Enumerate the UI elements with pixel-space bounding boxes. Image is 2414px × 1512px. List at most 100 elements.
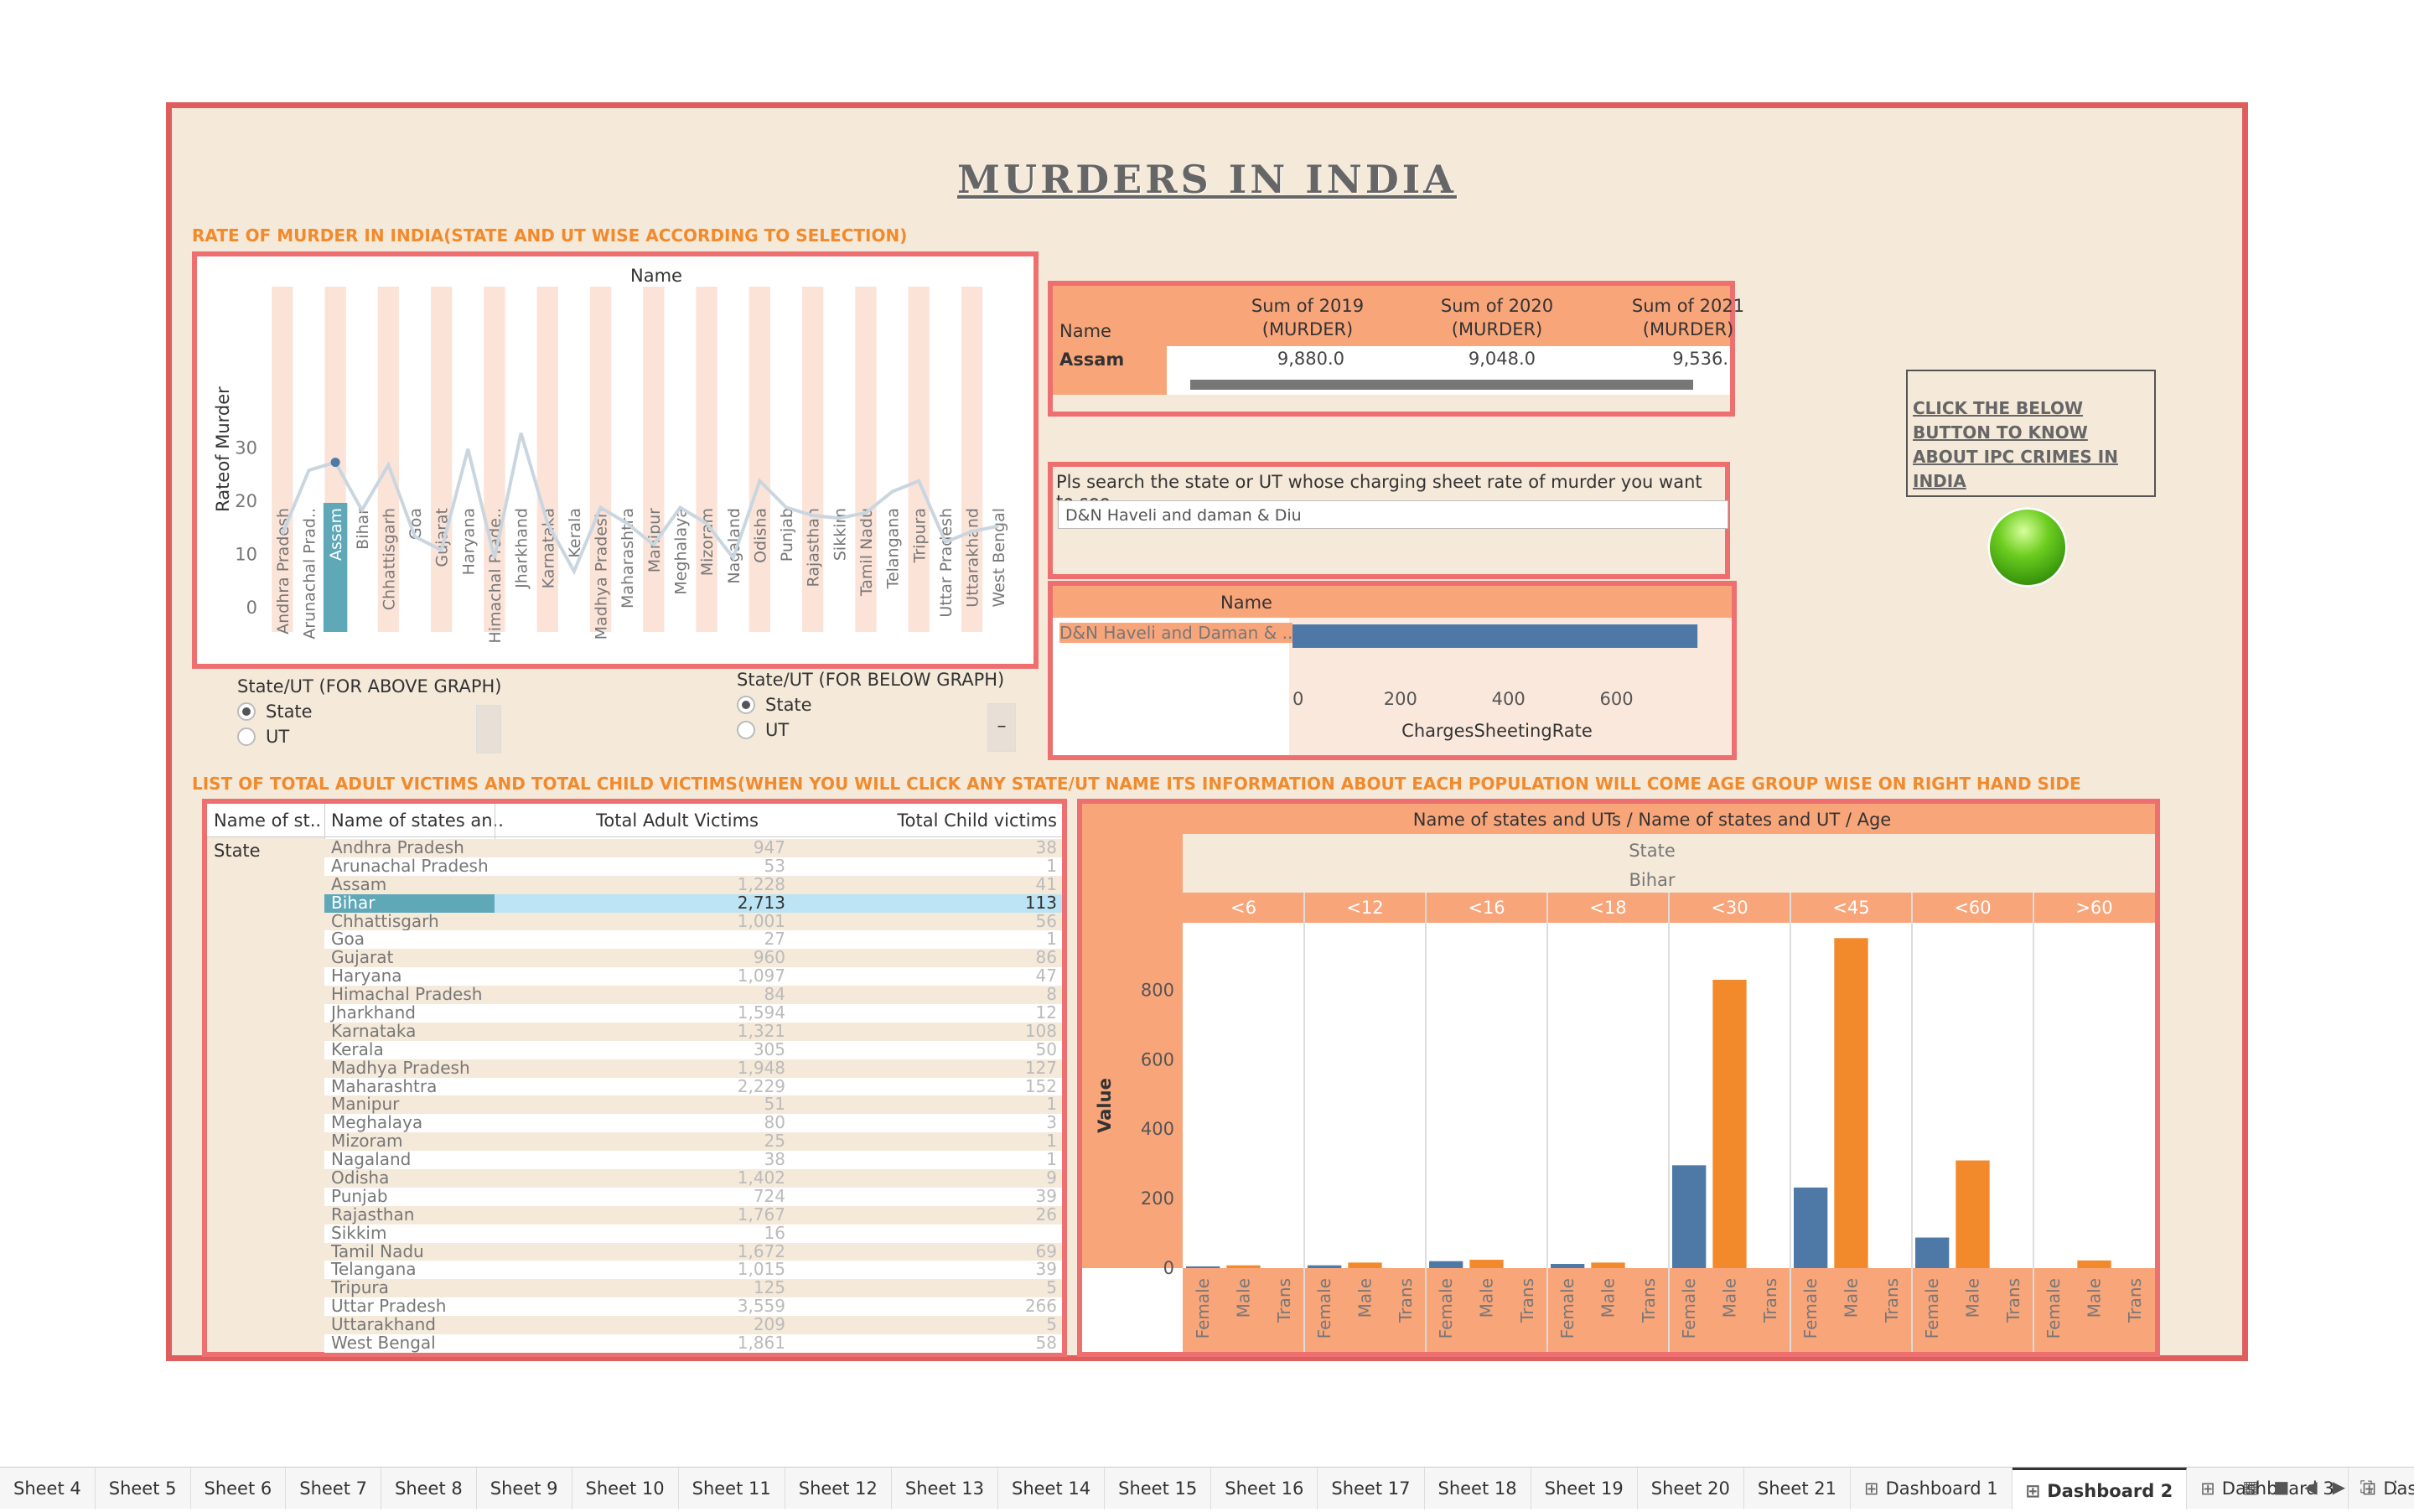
- sheet-tab[interactable]: Sheet 10: [572, 1467, 679, 1509]
- table-row[interactable]: Assam 1,228 41: [324, 875, 1062, 894]
- x-tick-label[interactable]: Karnataka: [539, 508, 557, 588]
- radio-checked-icon[interactable]: [237, 702, 256, 721]
- table-row[interactable]: Uttar Pradesh 3,559 266: [324, 1297, 1062, 1317]
- age-bar[interactable]: [1226, 1265, 1261, 1268]
- table-row[interactable]: Nagaland 38 1: [324, 1151, 1062, 1170]
- x-tick-label[interactable]: Punjab: [778, 508, 796, 562]
- age-bar[interactable]: [1308, 1265, 1342, 1268]
- state-name-cell[interactable]: Madhya Pradesh: [324, 1059, 495, 1078]
- x-tick-label[interactable]: Chhattisgarh: [380, 508, 398, 610]
- state-name-cell[interactable]: Meghalaya: [324, 1114, 495, 1132]
- charges-bar-row-label[interactable]: D&N Haveli and Daman & ..: [1059, 623, 1293, 643]
- table-row[interactable]: Tamil Nadu 1,672 69: [324, 1242, 1062, 1261]
- age-bar[interactable]: [2077, 1260, 2111, 1268]
- ipc-green-button[interactable]: [1987, 507, 2068, 588]
- sheet-tab[interactable]: Sheet 21: [1744, 1467, 1851, 1509]
- sheet-tab[interactable]: Sheet 15: [1105, 1467, 1212, 1509]
- age-bar[interactable]: [1672, 1165, 1707, 1268]
- x-tick-label[interactable]: Meghalaya: [671, 508, 690, 595]
- table-row[interactable]: Bihar 2,713 113: [324, 893, 1062, 913]
- charges-bar[interactable]: [1292, 624, 1698, 648]
- sheet-tab[interactable]: Sheet 14: [998, 1467, 1106, 1509]
- table-row[interactable]: Gujarat 960 86: [324, 949, 1062, 968]
- sheet-tab[interactable]: Sheet 11: [679, 1467, 785, 1509]
- sheet-tab[interactable]: Sheet 19: [1531, 1467, 1638, 1509]
- state-name-cell[interactable]: Sikkim: [324, 1225, 495, 1243]
- sum-table-row-name[interactable]: Assam: [1053, 346, 1167, 373]
- table-row[interactable]: Meghalaya 80 3: [324, 1114, 1062, 1133]
- radio-unchecked-icon[interactable]: [737, 721, 755, 739]
- selected-point[interactable]: [330, 458, 340, 468]
- table-row[interactable]: Madhya Pradesh 1,948 127: [324, 1059, 1062, 1078]
- table-row[interactable]: Karnataka 1,321 108: [324, 1022, 1062, 1041]
- x-tick-label[interactable]: Uttarakhand: [964, 508, 982, 608]
- horizontal-scrollbar[interactable]: [1190, 380, 1693, 390]
- filter-above-option-state[interactable]: State: [237, 702, 556, 722]
- collapse-icon[interactable]: –: [987, 703, 1016, 752]
- age-bar[interactable]: [1712, 980, 1747, 1268]
- state-name-cell[interactable]: Mizoram: [324, 1132, 495, 1151]
- sheet-tab[interactable]: Sheet 5: [96, 1467, 191, 1509]
- x-tick-label[interactable]: Madhya Pradesh: [593, 508, 611, 639]
- table-row[interactable]: Telangana 1,015 39: [324, 1261, 1062, 1280]
- age-bar[interactable]: [1348, 1262, 1382, 1268]
- state-name-cell[interactable]: West Bengal: [324, 1334, 495, 1353]
- table-row[interactable]: West Bengal 1,861 58: [324, 1334, 1062, 1353]
- table-row[interactable]: Arunachal Pradesh 53 1: [324, 857, 1062, 876]
- table-row[interactable]: Sikkim 16: [324, 1224, 1062, 1243]
- next-tab-icon[interactable]: ▶: [2333, 1477, 2345, 1497]
- age-bar[interactable]: [1915, 1237, 1950, 1268]
- state-name-cell[interactable]: Kerala: [324, 1041, 495, 1059]
- state-name-cell[interactable]: Jharkhand: [324, 1004, 495, 1023]
- age-bar[interactable]: [1591, 1262, 1625, 1268]
- table-row[interactable]: Haryana 1,097 47: [324, 967, 1062, 986]
- age-bar[interactable]: [1186, 1266, 1220, 1268]
- table-row[interactable]: Kerala 305 50: [324, 1040, 1062, 1059]
- sheet-tab[interactable]: Sheet 16: [1211, 1467, 1318, 1509]
- filter-above-scroll[interactable]: [476, 705, 501, 753]
- grid-view-icon[interactable]: ▦: [2242, 1477, 2258, 1497]
- x-tick-label[interactable]: Tamil Nadu: [857, 508, 876, 597]
- table-row[interactable]: Himachal Pradesh 84 8: [324, 986, 1062, 1005]
- x-tick-label[interactable]: Haryana: [459, 508, 478, 575]
- x-tick-label[interactable]: Jharkhand: [513, 508, 531, 589]
- table-row[interactable]: Jharkhand 1,594 12: [324, 1004, 1062, 1023]
- fullscreen-icon[interactable]: ⛶: [2360, 1477, 2372, 1497]
- sheet-tab[interactable]: Sheet 18: [1425, 1467, 1531, 1509]
- state-name-cell[interactable]: Chhattisgarh: [324, 913, 495, 931]
- state-name-cell[interactable]: Assam: [324, 876, 495, 894]
- single-view-icon[interactable]: ■: [2273, 1477, 2289, 1497]
- state-name-cell[interactable]: Bihar: [324, 893, 495, 913]
- state-name-cell[interactable]: Haryana: [324, 967, 495, 986]
- x-tick-label[interactable]: Rajasthan: [805, 508, 823, 587]
- sheet-tab[interactable]: Sheet 13: [892, 1467, 998, 1509]
- state-name-cell[interactable]: Uttar Pradesh: [324, 1297, 495, 1316]
- table-row[interactable]: Goa 27 1: [324, 930, 1062, 950]
- prev-tab-icon[interactable]: ◀: [2304, 1477, 2317, 1497]
- sheet-tab[interactable]: Sheet 6: [191, 1467, 287, 1509]
- x-tick-label[interactable]: Bihar: [354, 508, 372, 550]
- x-tick-label[interactable]: Uttar Pradesh: [937, 508, 956, 618]
- sheet-tab[interactable]: Sheet 7: [286, 1467, 381, 1509]
- state-name-cell[interactable]: Maharashtra: [324, 1078, 495, 1096]
- table-row[interactable]: Rajasthan 1,767 26: [324, 1205, 1062, 1225]
- x-tick-label[interactable]: Telangana: [884, 508, 903, 589]
- search-input[interactable]: D&N Haveli and daman & Diu: [1058, 500, 1728, 529]
- age-bar[interactable]: [1956, 1160, 1990, 1268]
- x-tick-label[interactable]: Andhra Pradesh: [274, 508, 293, 634]
- table-row[interactable]: Mizoram 25 1: [324, 1132, 1062, 1152]
- state-name-cell[interactable]: Telangana: [324, 1261, 495, 1279]
- state-name-cell[interactable]: Tripura: [324, 1279, 495, 1297]
- sheet-tab[interactable]: Sheet 9: [477, 1467, 572, 1509]
- table-row[interactable]: Manipur 51 1: [324, 1095, 1062, 1115]
- state-name-cell[interactable]: Himachal Pradesh: [324, 986, 495, 1004]
- sheet-tab[interactable]: Dashboard 1: [1851, 1467, 2013, 1509]
- age-bar[interactable]: [1469, 1260, 1504, 1268]
- x-tick-label[interactable]: Assam: [327, 508, 345, 561]
- age-bar[interactable]: [1834, 938, 1868, 1268]
- table-row[interactable]: Odisha 1,402 9: [324, 1169, 1062, 1188]
- state-name-cell[interactable]: Gujarat: [324, 949, 495, 967]
- charges-bar-chart[interactable]: 0 200 400 600 ChargesSheetingRate: [1289, 618, 1732, 755]
- table-row[interactable]: Andhra Pradesh 947 38: [324, 839, 1062, 857]
- filter-above-option-ut[interactable]: UT: [237, 727, 556, 747]
